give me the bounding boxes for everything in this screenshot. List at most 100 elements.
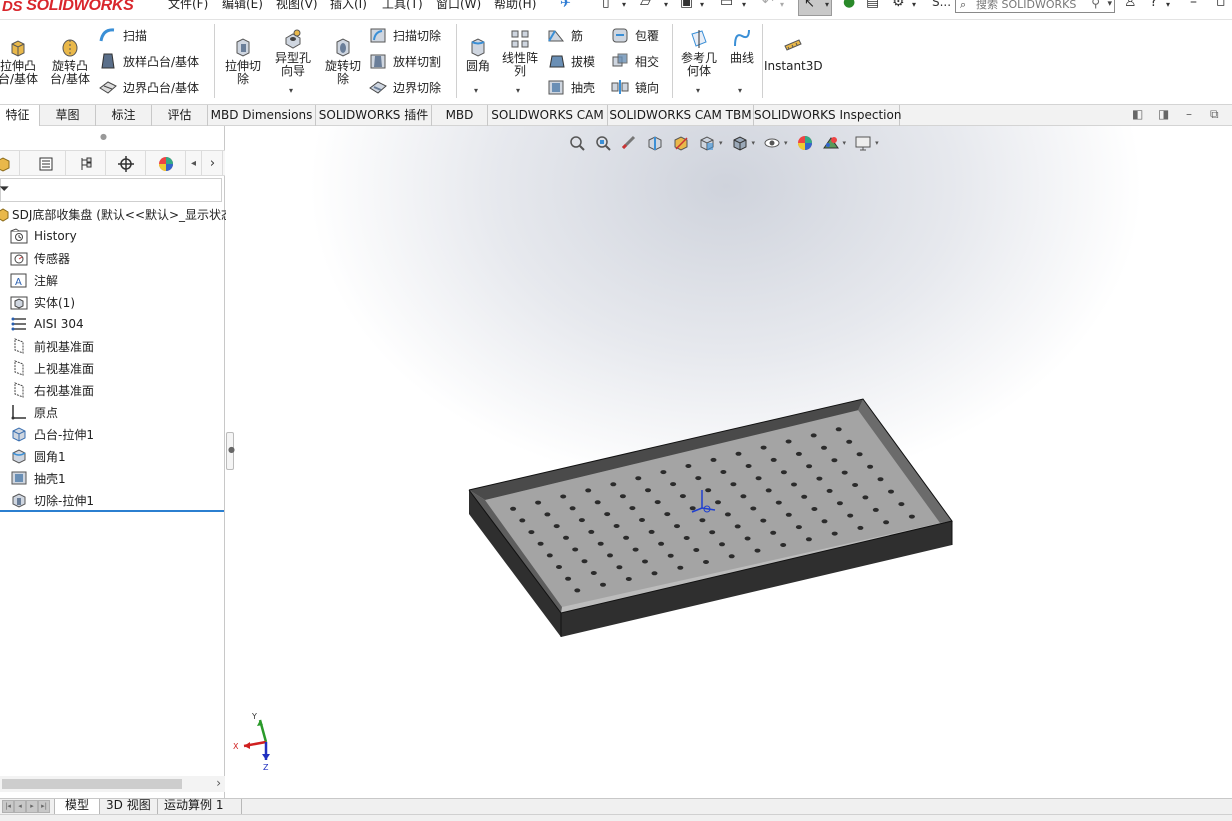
panel-splitter-handle[interactable]: ● [226,432,235,470]
configurationmanager-tab[interactable] [66,151,106,176]
rebuild-traffic-light-icon[interactable]: ● [843,0,855,14]
menu-window[interactable]: 窗口(W) [436,0,481,12]
tree-item[interactable]: 凸台-拉伸1 [10,424,94,444]
instant3d-button[interactable]: Instant3D [764,36,823,73]
panel-scroll-right-icon[interactable]: › [203,151,223,176]
new-document-icon[interactable]: ▯ [602,0,610,14]
viewport-tile-left-icon[interactable]: ◧ [1132,107,1143,121]
options-dropdown-icon[interactable]: ▾ [912,0,916,20]
displaymanager-tab[interactable] [146,151,186,176]
prev-tab-icon[interactable]: ◂ [14,800,26,813]
print-dropdown-icon[interactable]: ▾ [742,0,746,20]
open-dropdown-icon[interactable]: ▾ [664,0,668,20]
scroll-right-arrow-icon[interactable]: › [216,776,221,790]
print-icon[interactable]: ▭ [720,0,733,14]
intersect-button[interactable]: 相交 [610,52,659,70]
select-tool-button[interactable]: ↖ ▾ [798,0,832,16]
tab-sketch[interactable]: 草图 [40,105,96,126]
save-icon[interactable]: ▣ [680,0,693,14]
search-icon[interactable]: ⚲ [1091,0,1100,11]
search-dropdown-icon[interactable]: ▾ [1107,0,1112,12]
options-gear-icon[interactable]: ⚙ [892,0,905,14]
tree-item[interactable]: 实体(1) [10,292,75,312]
pin-menu-icon[interactable]: ✈ [560,0,571,11]
viewport-tile-right-icon[interactable]: ◨ [1158,107,1169,121]
draft-button[interactable]: 拔模 [546,52,595,70]
tree-item[interactable]: 原点 [10,402,58,422]
menu-insert[interactable]: 插入(I) [330,0,367,12]
propertymanager-tab[interactable] [26,151,66,176]
reference-geometry-dropdown-icon[interactable]: ▾ [696,86,700,95]
sweep-cut-button[interactable]: 扫描切除 [368,26,441,44]
first-tab-icon[interactable]: |◂ [2,800,14,813]
loft-boss-button[interactable]: 放样凸台/基体 [98,52,199,70]
revolve-boss-button[interactable]: 旋转凸 台/基体 [46,36,94,86]
sweep-button[interactable]: 扫描 [98,26,147,44]
linear-pattern-dropdown-icon[interactable]: ▾ [516,86,520,95]
solidworks-logo[interactable]: DS SOLIDWORKS [2,0,134,16]
menu-file[interactable]: 文件(F) [168,0,208,12]
panel-horizontal-scrollbar[interactable]: › [0,776,225,792]
new-dropdown-icon[interactable]: ▾ [622,0,626,20]
tab-features[interactable]: 特征 [0,105,40,126]
menu-view[interactable]: 视图(V) [276,0,318,12]
tree-item[interactable]: History [10,226,77,246]
tab-mbd-dimensions[interactable]: MBD Dimensions [208,105,316,126]
viewport-restore-icon[interactable]: ⧉ [1210,107,1219,122]
boundary-cut-button[interactable]: 边界切除 [368,78,441,96]
last-tab-icon[interactable]: ▸| [38,800,50,813]
quick-access-overflow-label[interactable]: S... [932,0,951,15]
reference-geometry-button[interactable]: 参考几 何体 [676,28,722,78]
extrude-boss-button[interactable]: 拉伸凸 台/基体 [0,36,40,86]
graphics-area[interactable]: ▾ ▾ ▾ ▾ ▾ Y X Z [226,126,1232,798]
rib-button[interactable]: 筋 [546,26,583,44]
tab-markup[interactable]: 标注 [96,105,152,126]
wrap-button[interactable]: 包覆 [610,26,659,44]
search-input[interactable]: ⌕ 搜索 SOLIDWORKS ⚲ ▾ [955,0,1115,13]
hole-wizard-dropdown-icon[interactable]: ▾ [289,86,293,95]
boundary-boss-button[interactable]: 边界凸台/基体 [98,78,199,96]
mirror-button[interactable]: 镜向 [610,78,659,96]
menu-help[interactable]: 帮助(H) [494,0,536,12]
rollback-bar[interactable] [0,510,224,512]
linear-pattern-button[interactable]: 线性阵 列 [498,28,542,78]
open-document-icon[interactable]: ▱ [640,0,651,14]
dimxpert-tab[interactable] [106,151,146,176]
tree-root-part[interactable]: SDJ底部收集盘 (默认<<默认>_显示状态 [0,206,233,223]
menu-edit[interactable]: 编辑(E) [222,0,263,12]
tree-item[interactable]: A 注解 [10,270,58,290]
curves-button[interactable]: 曲线 [726,28,758,65]
tree-item[interactable]: 右视基准面 [10,380,94,400]
tab-3d-views[interactable]: 3D 视图 [100,799,158,814]
tab-evaluate[interactable]: 评估 [152,105,208,126]
scrollbar-thumb[interactable] [2,779,182,789]
tree-item[interactable]: 传感器 [10,248,70,268]
tab-motion-study-1[interactable]: 运动算例 1 [158,799,242,814]
panel-scroll-left-icon[interactable]: ◂ [186,151,202,176]
hole-wizard-button[interactable]: 异型孔 向导 [270,28,316,78]
tree-filter-input[interactable]: ⏷ [0,178,222,202]
file-properties-icon[interactable]: ▤ [866,0,879,14]
tab-solidworks-cam-tbm[interactable]: SOLIDWORKS CAM TBM [608,105,754,126]
tab-solidworks-inspection[interactable]: SOLIDWORKS Inspection [754,105,901,126]
curves-dropdown-icon[interactable]: ▾ [738,86,742,95]
minimize-window-icon[interactable]: – [1190,0,1197,10]
help-icon[interactable]: ? [1150,0,1157,10]
tree-item[interactable]: 上视基准面 [10,358,94,378]
user-account-icon[interactable]: ♙ [1124,0,1137,10]
tab-model[interactable]: 模型 [54,799,100,814]
tree-item[interactable]: 圆角1 [10,446,66,466]
fillet-button[interactable]: 圆角 [460,36,496,73]
tree-item[interactable]: 前视基准面 [10,336,94,356]
tray-3d-model[interactable] [226,126,1232,798]
menu-tools[interactable]: 工具(T) [382,0,423,12]
help-dropdown-icon[interactable]: ▾ [1166,0,1170,9]
featuremanager-tab[interactable] [0,151,20,176]
restore-window-icon[interactable]: ▫ [1216,0,1226,10]
tab-solidworks-addins[interactable]: SOLIDWORKS 插件 [316,105,432,126]
undo-dropdown-icon[interactable]: ▾ [780,0,784,20]
tab-solidworks-cam[interactable]: SOLIDWORKS CAM [488,105,608,126]
next-tab-icon[interactable]: ▸ [26,800,38,813]
extrude-cut-button[interactable]: 拉伸切 除 [220,36,266,86]
tab-mbd[interactable]: MBD [432,105,488,126]
